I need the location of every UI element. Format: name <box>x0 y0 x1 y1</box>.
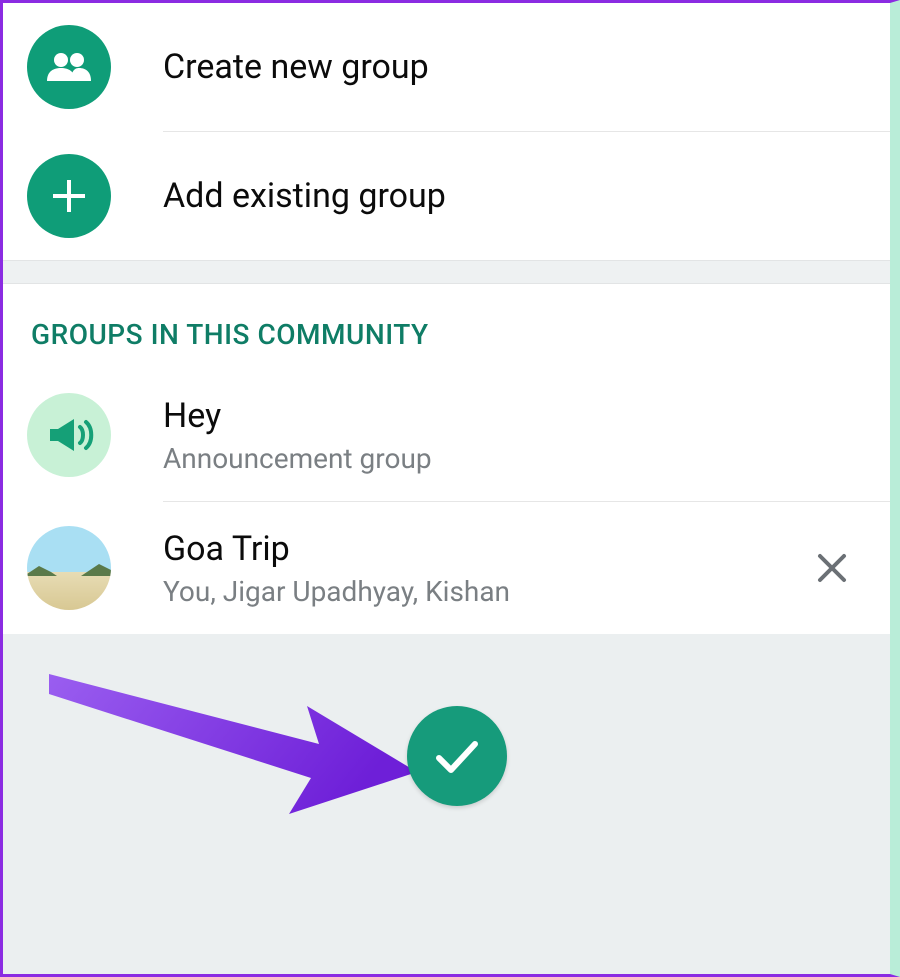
group-subtitle: You, Jigar Upadhyay, Kishan <box>163 575 810 608</box>
add-existing-group-row[interactable]: Add existing group <box>3 132 890 260</box>
confirm-fab[interactable] <box>407 706 507 806</box>
create-new-group-label: Create new group <box>163 47 429 87</box>
group-subtitle: Announcement group <box>163 442 866 475</box>
group-row-announcement[interactable]: Hey Announcement group <box>3 369 890 501</box>
close-icon <box>816 552 848 584</box>
plus-icon <box>27 154 111 238</box>
group-name: Hey <box>163 396 866 436</box>
group-row-goa-trip[interactable]: Goa Trip You, Jigar Upadhyay, Kishan <box>3 502 890 634</box>
group-name: Goa Trip <box>163 529 810 569</box>
annotation-arrow-icon <box>39 654 439 874</box>
groups-list: Hey Announcement group Goa Trip You, Jig… <box>3 369 890 634</box>
bottom-panel <box>3 634 890 974</box>
megaphone-icon <box>27 393 111 477</box>
section-separator <box>3 260 890 284</box>
add-existing-group-label: Add existing group <box>163 176 446 216</box>
group-icon <box>27 25 111 109</box>
remove-group-button[interactable] <box>810 546 854 590</box>
groups-section-header: GROUPS IN THIS COMMUNITY <box>3 284 890 369</box>
group-avatar-photo <box>27 526 111 610</box>
create-new-group-row[interactable]: Create new group <box>3 3 890 131</box>
top-actions-section: Create new group Add existing group <box>3 3 890 260</box>
check-icon <box>433 736 481 776</box>
